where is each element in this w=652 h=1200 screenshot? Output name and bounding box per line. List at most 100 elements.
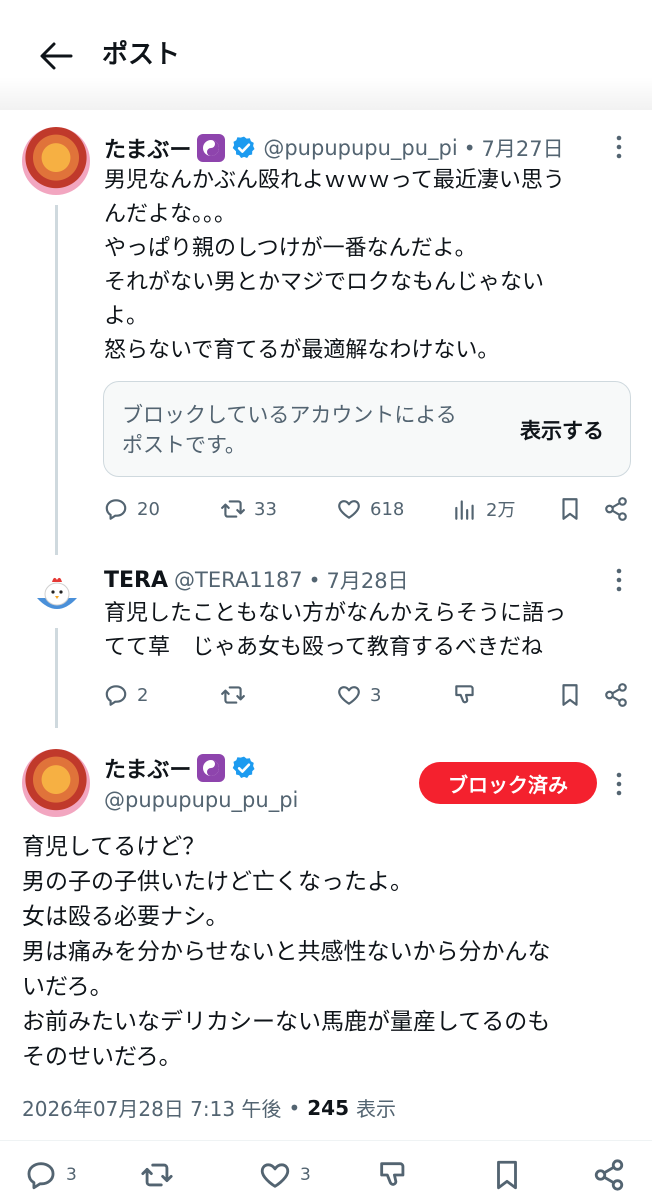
like-button[interactable]: 3 bbox=[258, 1158, 311, 1192]
share-icon bbox=[605, 683, 627, 707]
more-vertical-icon bbox=[616, 568, 622, 592]
heart-icon bbox=[338, 686, 360, 705]
downvote-button[interactable] bbox=[376, 1158, 410, 1192]
bookmark-button[interactable] bbox=[557, 496, 583, 522]
text-line: 男の子の子供いたけど亡くなったよ。 bbox=[22, 869, 413, 895]
separator: • bbox=[308, 568, 321, 592]
reply-count: 20 bbox=[137, 498, 160, 520]
post-text: 育児したこともない方がなんかえらそうに語っ てて草 じゃあ女も殴って教育するべき… bbox=[104, 597, 634, 665]
more-options-button[interactable] bbox=[608, 770, 630, 798]
post-timestamp[interactable]: 2026年07月28日 7:13 午後 bbox=[22, 1093, 281, 1122]
reply-icon bbox=[105, 685, 127, 706]
main-post-text: 育児してるけど？ 男の子の子供いたけど亡くなったよ。 女は殴る必要ナシ。 男は痛… bbox=[22, 830, 632, 1075]
reply-icon bbox=[105, 499, 127, 520]
reply-button[interactable]: 20 bbox=[103, 496, 160, 522]
post-date[interactable]: 7月27日 bbox=[482, 133, 564, 163]
text-line: 怒らないで育てるが最適解なわけない。 bbox=[104, 338, 500, 363]
avatar[interactable] bbox=[22, 127, 90, 195]
views-label: 表示 bbox=[355, 1097, 396, 1121]
repost-button[interactable]: 33 bbox=[220, 496, 277, 522]
thread-line bbox=[55, 205, 58, 555]
blocked-button[interactable]: ブロック済み bbox=[419, 762, 597, 804]
thumbs-down-icon bbox=[380, 1162, 405, 1186]
divider bbox=[0, 1140, 652, 1141]
bookmark-icon bbox=[497, 1160, 517, 1190]
verified-badge-icon bbox=[233, 136, 255, 158]
text-line: てて草 じゃあ女も殴って教育するべきだね bbox=[104, 635, 543, 660]
separator: • bbox=[463, 136, 476, 160]
text-line: 女は殴る必要ナシ。 bbox=[22, 904, 229, 930]
author-name[interactable]: たまぶー bbox=[104, 752, 191, 784]
like-count: 3 bbox=[300, 1165, 311, 1185]
bookmark-button[interactable] bbox=[490, 1158, 524, 1192]
more-vertical-icon bbox=[616, 772, 622, 796]
page-title: ポスト bbox=[102, 40, 181, 70]
repost-count: 33 bbox=[254, 498, 277, 520]
bookmark-icon bbox=[562, 684, 578, 706]
post-header: TERA @TERA1187 • 7月28日 bbox=[104, 565, 409, 595]
verified-badge-icon bbox=[233, 756, 255, 778]
text-line: お前みたいなデリカシーない馬鹿が量産してるのも bbox=[22, 1009, 551, 1035]
author-name[interactable]: TERA bbox=[104, 568, 168, 593]
views-count: 245 bbox=[307, 1095, 349, 1120]
like-button[interactable]: 618 bbox=[336, 496, 404, 522]
top-bar bbox=[0, 0, 652, 110]
thumbs-down-icon bbox=[455, 685, 474, 704]
quote-message-line: ポストです。 bbox=[122, 433, 246, 457]
show-quote-button[interactable]: 表示する bbox=[520, 415, 604, 445]
avatar[interactable] bbox=[33, 568, 81, 616]
yin-yang-icon bbox=[197, 134, 226, 162]
text-line: 育児したこともない方がなんかえらそうに語っ bbox=[104, 601, 567, 626]
chicken-avatar-icon bbox=[37, 577, 77, 609]
reply-icon bbox=[27, 1162, 55, 1190]
text-line: んだよな。。。 bbox=[104, 202, 237, 227]
repost-button[interactable] bbox=[140, 1158, 174, 1192]
text-line: よ。 bbox=[104, 304, 149, 329]
post-text: 男児なんかぶん殴れよｗｗｗって最近凄い思う んだよな。。。 やっぱり親のしつけが… bbox=[104, 164, 634, 368]
text-line: それがない男とかマジでロクなもんじゃない bbox=[104, 270, 545, 295]
share-icon bbox=[594, 1159, 624, 1191]
author-name[interactable]: たまぶー bbox=[104, 132, 191, 164]
avatar[interactable] bbox=[22, 749, 90, 817]
author-handle[interactable]: @pupupupu_pu_pi bbox=[263, 136, 457, 160]
reply-button[interactable]: 3 bbox=[24, 1158, 77, 1192]
post-date[interactable]: 7月28日 bbox=[326, 565, 408, 595]
like-count: 618 bbox=[370, 498, 405, 520]
quote-message-line: ブロックしているアカウントによる bbox=[122, 403, 457, 427]
repost-button[interactable] bbox=[220, 682, 246, 708]
heart-icon bbox=[338, 500, 360, 519]
quote-message: ブロックしているアカウントによる ポストです。 bbox=[122, 400, 457, 460]
heart-icon bbox=[260, 1163, 290, 1188]
more-options-button[interactable] bbox=[608, 566, 630, 594]
downvote-button[interactable] bbox=[452, 682, 478, 708]
repost-icon bbox=[221, 686, 245, 704]
views-button[interactable]: 2万 bbox=[452, 496, 515, 522]
share-button[interactable] bbox=[592, 1158, 626, 1192]
yin-yang-icon bbox=[197, 754, 226, 782]
author-handle[interactable]: @pupupupu_pu_pi bbox=[104, 788, 298, 812]
share-button[interactable] bbox=[603, 496, 629, 522]
repost-icon bbox=[141, 1163, 173, 1187]
like-button[interactable]: 3 bbox=[336, 682, 381, 708]
share-icon bbox=[605, 497, 627, 521]
share-button[interactable] bbox=[603, 682, 629, 708]
bookmark-icon bbox=[562, 498, 578, 520]
text-line: いだろ。 bbox=[22, 974, 113, 1000]
bookmark-button[interactable] bbox=[557, 682, 583, 708]
more-vertical-icon bbox=[616, 135, 622, 159]
post-header: たまぶー bbox=[104, 752, 257, 784]
text-line: 育児してるけど？ bbox=[22, 834, 206, 860]
arrow-left-icon bbox=[40, 42, 73, 70]
blocked-quote-card: ブロックしているアカウントによる ポストです。 表示する bbox=[103, 381, 631, 477]
post-metadata: 2026年07月28日 7:13 午後 • 245 表示 bbox=[22, 1093, 396, 1122]
separator: • bbox=[288, 1095, 301, 1120]
views-count: 2万 bbox=[486, 500, 516, 521]
more-options-button[interactable] bbox=[608, 133, 630, 161]
text-line: 男児なんかぶん殴れよｗｗｗって最近凄い思う bbox=[104, 168, 565, 193]
back-button[interactable] bbox=[36, 38, 76, 74]
thread-line bbox=[55, 628, 58, 728]
text-line: 男は痛みを分からせないと共感性ないから分かんな bbox=[22, 939, 551, 965]
reply-button[interactable]: 2 bbox=[103, 682, 148, 708]
author-handle[interactable]: @TERA1187 bbox=[174, 568, 303, 592]
analytics-icon bbox=[455, 500, 474, 520]
